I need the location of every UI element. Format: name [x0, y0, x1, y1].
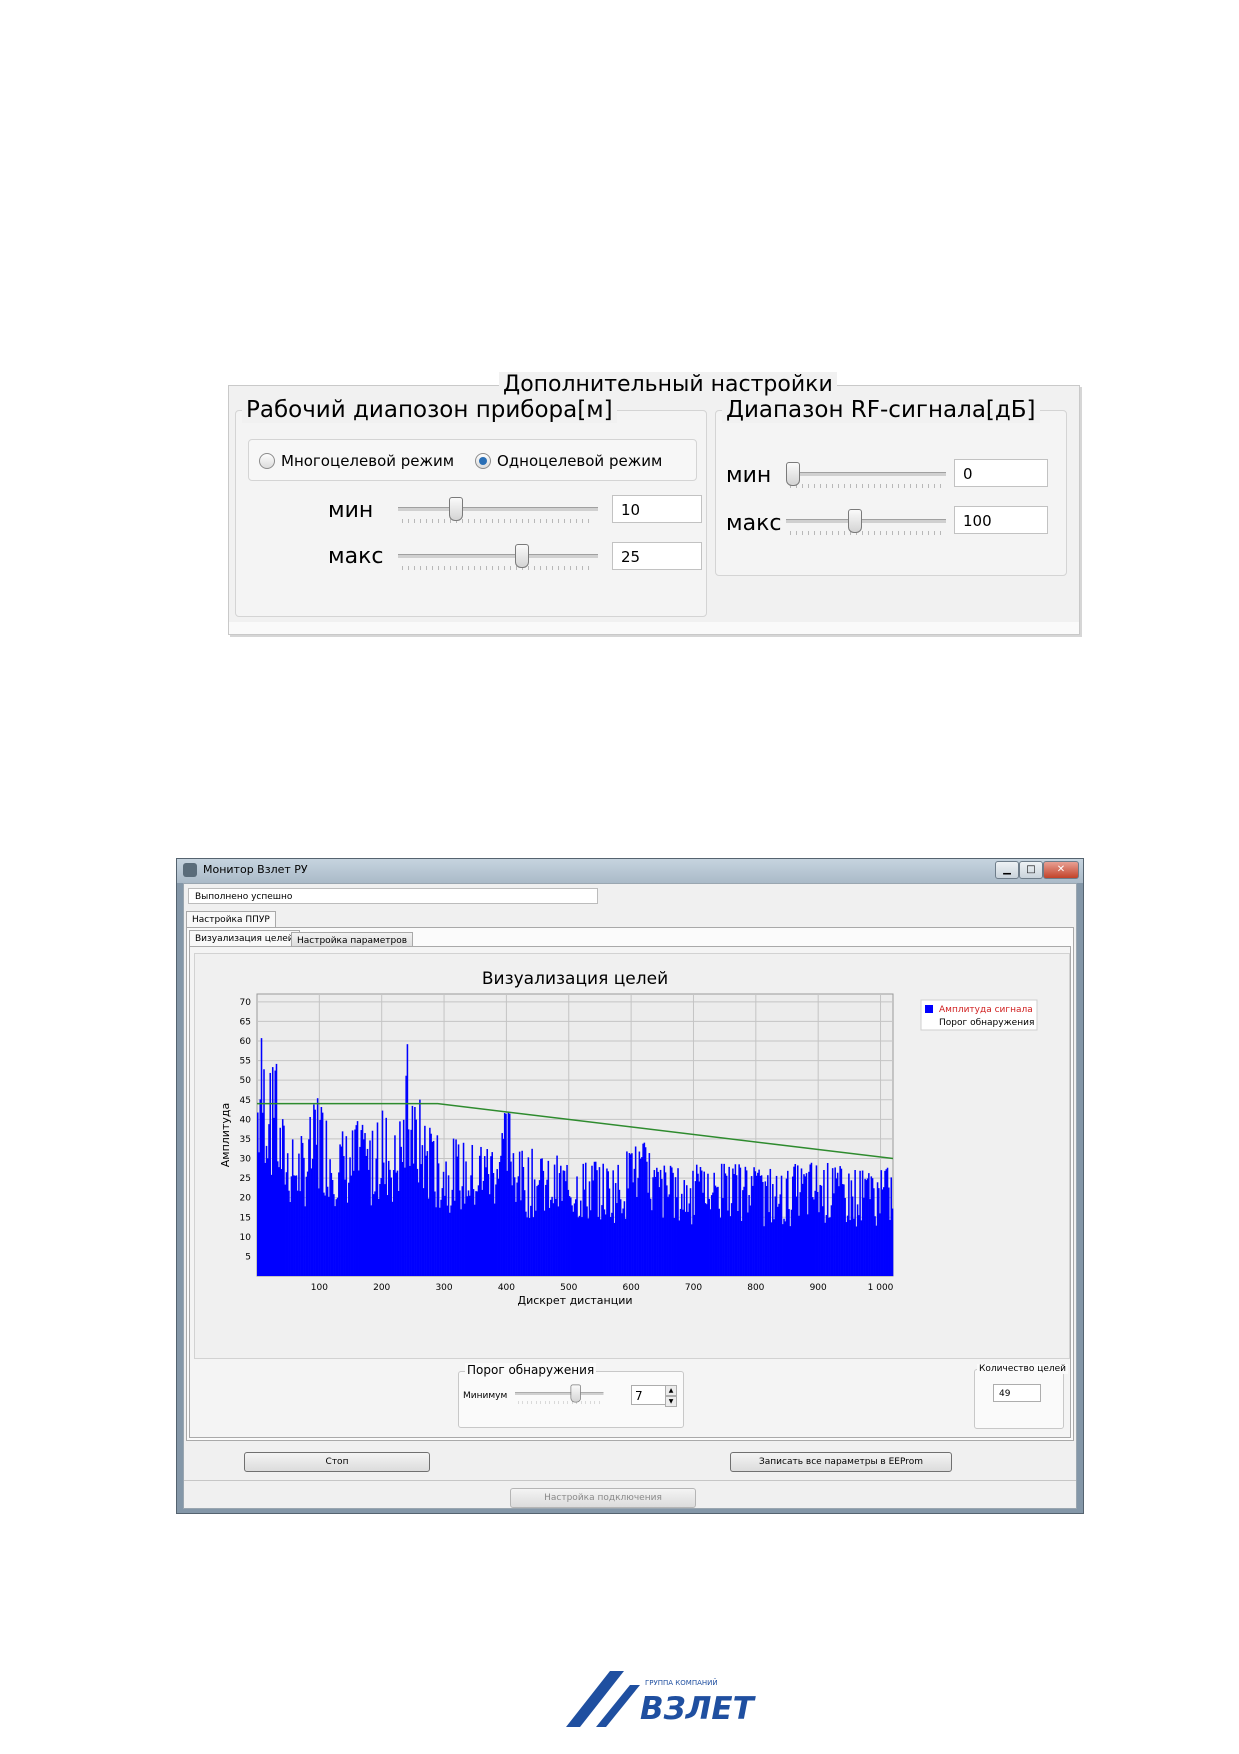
targets-count-group: Количество целей 49	[974, 1364, 1069, 1429]
legend-label-signal: Амплитуда сигнала	[939, 1005, 1033, 1015]
window-client-area: Выполнено успешно Настройка ППУР Визуали…	[183, 883, 1077, 1509]
legend-swatch-signal	[925, 1005, 933, 1013]
connection-settings-button[interactable]: Настройка подключения	[510, 1488, 696, 1508]
y-tick-label: 65	[240, 1017, 251, 1027]
y-tick-label: 60	[240, 1037, 252, 1047]
vzlet-logo: ГРУППА КОМПАНИЙ ВЗЛЕТ	[566, 1671, 757, 1727]
range-min-slider[interactable]	[398, 495, 598, 525]
rf-max-label: макс	[726, 511, 782, 536]
x-tick-label: 400	[498, 1283, 515, 1293]
rf-max-field[interactable]: 100	[954, 506, 1048, 534]
x-tick-label: 700	[685, 1283, 702, 1293]
ppur-settings-pane: Визуализация целей Настройка параметров …	[186, 927, 1074, 1441]
app-icon	[183, 863, 197, 877]
close-icon[interactable]: ✕	[1043, 861, 1079, 879]
additional-settings-panel: Дополнительный настройки Рабочий диапозо…	[228, 372, 1080, 635]
threshold-slider[interactable]	[515, 1383, 604, 1406]
x-tick-label: 100	[311, 1283, 328, 1293]
threshold-group-title: Порог обнаружения	[465, 1363, 597, 1377]
rf-min-field[interactable]: 0	[954, 459, 1048, 487]
rf-max-slider-thumb[interactable]	[848, 509, 863, 533]
working-range-group: Рабочий диапозон прибора[м] Многоцелевой…	[235, 397, 707, 617]
minimize-icon[interactable]: ▁	[995, 861, 1019, 879]
chart-title: Визуализация целей	[482, 969, 668, 989]
monitor-window: Монитор Взлет РУ ▁ □ ✕ Выполнено успешно…	[176, 858, 1084, 1514]
tab-parameter-settings[interactable]: Настройка параметров	[291, 932, 414, 947]
x-tick-label: 200	[373, 1283, 390, 1293]
mode-selector: Многоцелевой режим Одноцелевой режим	[248, 439, 697, 481]
visualization-pane: 5 10 15 20 25 30 35 40 45 50 55 60 65 70 100 200 300 400 5…	[189, 946, 1071, 1438]
radio-single-indicator	[475, 453, 491, 469]
threshold-slider-thumb[interactable]	[570, 1384, 582, 1403]
write-eeprom-button[interactable]: Записать все параметры в EEProm	[730, 1452, 952, 1472]
spin-down-icon[interactable]: ▼	[665, 1396, 677, 1407]
rf-range-group: Диапазон RF-сигнала[дБ] мин 0 макс 100	[715, 397, 1067, 576]
range-min-label: мин	[328, 498, 374, 523]
logo-mark-icon	[566, 1671, 640, 1727]
tab-ppur-settings[interactable]: Настройка ППУР	[186, 911, 276, 928]
x-tick-label: 500	[560, 1283, 577, 1293]
y-tick-label: 45	[240, 1096, 251, 1106]
range-max-slider-thumb[interactable]	[514, 544, 529, 568]
radio-single-target[interactable]: Одноцелевой режим	[475, 452, 662, 470]
rf-range-title: Диапазон RF-сигнала[дБ]	[722, 397, 1040, 423]
threshold-spin-buttons: ▲ ▼	[665, 1385, 677, 1407]
logo-caption: ГРУППА КОМПАНИЙ	[645, 1678, 718, 1687]
x-tick-label: 300	[435, 1283, 452, 1293]
y-tick-label: 70	[240, 998, 252, 1008]
stop-button[interactable]: Стоп	[244, 1452, 430, 1472]
rf-max-slider[interactable]	[786, 507, 946, 537]
threshold-min-label: Минимум	[463, 1391, 508, 1401]
radio-multi-label: Многоцелевой режим	[281, 452, 455, 470]
rf-min-slider[interactable]	[786, 460, 946, 490]
status-field: Выполнено успешно	[188, 888, 598, 904]
radio-multi-indicator	[259, 453, 275, 469]
range-max-label: макс	[328, 544, 384, 569]
targets-count-title: Количество целей	[977, 1364, 1069, 1374]
y-tick-label: 15	[240, 1213, 251, 1223]
rf-min-slider-thumb[interactable]	[786, 462, 800, 486]
x-tick-label: 1 000	[868, 1283, 894, 1293]
targets-chart: 5 10 15 20 25 30 35 40 45 50 55 60 65 70 100 200 300 400 5…	[219, 969, 1038, 1307]
y-tick-label: 50	[240, 1076, 252, 1086]
tab-target-visualization[interactable]: Визуализация целей	[189, 930, 300, 947]
x-tick-label: 900	[810, 1283, 827, 1293]
signal-bar	[891, 1208, 894, 1276]
y-tick-label: 30	[240, 1155, 252, 1165]
y-tick-label: 5	[245, 1252, 251, 1262]
range-min-slider-thumb[interactable]	[448, 497, 463, 521]
settings-title: Дополнительный настройки	[499, 372, 837, 397]
rf-min-label: мин	[726, 463, 772, 488]
y-tick-label: 40	[240, 1115, 252, 1125]
range-min-field[interactable]: 10	[612, 495, 702, 523]
y-tick-label: 35	[240, 1135, 251, 1145]
x-tick-label: 800	[747, 1283, 764, 1293]
range-max-field[interactable]: 25	[612, 542, 702, 570]
y-tick-label: 55	[240, 1057, 251, 1067]
y-tick-label: 20	[240, 1194, 252, 1204]
radio-multi-target[interactable]: Многоцелевой режим	[259, 452, 454, 470]
legend-label-threshold: Порог обнаружения	[939, 1018, 1034, 1028]
y-tick-label: 10	[240, 1233, 252, 1243]
window-title: Монитор Взлет РУ	[203, 863, 308, 876]
x-axis-label: Дискрет дистанции	[517, 1294, 632, 1307]
y-tick-label: 25	[240, 1174, 251, 1184]
spin-up-icon[interactable]: ▲	[665, 1385, 677, 1396]
targets-count-field: 49	[993, 1384, 1041, 1402]
x-tick-label: 600	[623, 1283, 640, 1293]
chart-area: 5 10 15 20 25 30 35 40 45 50 55 60 65 70 100 200 300 400 5…	[194, 953, 1070, 1359]
logo-brand: ВЗЛЕТ	[640, 1691, 757, 1727]
y-axis-label: Амплитуда	[219, 1103, 232, 1167]
chart-legend: Амплитуда сигнала Порог обнаружения	[920, 999, 1038, 1031]
range-max-slider[interactable]	[398, 542, 598, 572]
window-titlebar[interactable]: Монитор Взлет РУ ▁ □ ✕	[177, 859, 1083, 883]
radio-single-label: Одноцелевой режим	[497, 452, 663, 470]
working-range-title: Рабочий диапозон прибора[м]	[242, 397, 617, 423]
threshold-group: Порог обнаружения Минимум 7 ▲ ▼	[458, 1363, 684, 1428]
maximize-icon[interactable]: □	[1019, 861, 1043, 879]
